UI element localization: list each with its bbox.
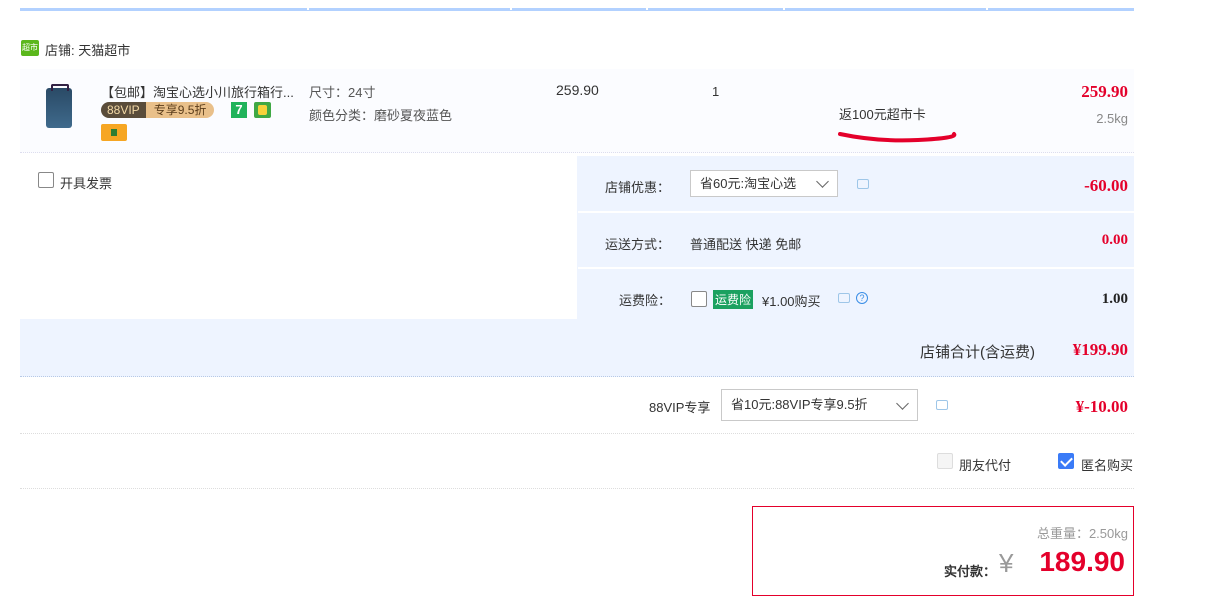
insurance-tag: 运费险: [713, 290, 754, 309]
section-divider: [20, 433, 1134, 434]
product-title-link[interactable]: 【包邮】淘宝心选小川旅行箱行...: [101, 82, 306, 101]
quantity: 1: [712, 84, 720, 99]
currency-symbol: ¥: [999, 548, 1014, 578]
friend-pay-label: 朋友代付: [959, 458, 1012, 473]
product-thumbnail[interactable]: [46, 84, 72, 128]
pay-label: 实付款：: [944, 564, 997, 579]
chat-icon[interactable]: [857, 179, 869, 189]
row-divider: [578, 211, 1134, 213]
seven-day-return-icon: 7: [231, 102, 247, 118]
shipping-value: 普通配送 快递 免邮: [690, 237, 802, 252]
shop-discount-select[interactable]: 省60元:淘宝心选: [690, 170, 838, 197]
insurance-price: ¥1.00购买: [762, 294, 821, 309]
section-divider: [20, 488, 1134, 489]
chat-icon[interactable]: [838, 293, 850, 303]
insurance-amount: 1.00: [1101, 291, 1128, 307]
chat-icon[interactable]: [936, 400, 948, 410]
vip-badge-discount: 专享9.5折: [145, 102, 215, 118]
shop-discount-label: 店铺优惠：: [605, 180, 671, 195]
spec-color: 颜色分类：磨砂夏夜蓝色: [309, 108, 453, 123]
anonymous-label: 匿名购买: [1081, 458, 1134, 473]
insurance-checkbox[interactable]: [691, 291, 707, 307]
shipping-label: 运送方式：: [605, 237, 671, 252]
shipping-amount: 0.00: [1101, 232, 1128, 248]
promo-text: 返100元超市卡: [839, 107, 926, 122]
invoice-label: 开具发票: [60, 176, 113, 191]
spec-size: 尺寸：24寸: [309, 85, 376, 100]
vip-discount-label: 88VIP专享: [649, 400, 711, 415]
total-weight: 总重量：2.50kg: [1036, 526, 1128, 541]
shopping-bag-icon: [254, 102, 271, 118]
chevron-down-icon: [896, 397, 909, 410]
anonymous-checkbox[interactable]: [1058, 453, 1074, 469]
shop-discount-value: 省60元:淘宝心选: [700, 176, 797, 191]
unit-price: 259.90: [556, 82, 599, 98]
pay-amount: 189.90: [1039, 546, 1125, 577]
help-icon[interactable]: ?: [856, 292, 868, 304]
tmall-supermarket-icon: 超市: [21, 40, 39, 56]
vip-discount-badge: 88VIP 专享9.5折: [101, 102, 215, 118]
vip-discount-amount: ¥-10.00: [1075, 397, 1128, 416]
shop-discount-amount: -60.00: [1084, 176, 1128, 195]
vip-discount-select[interactable]: 省10元:88VIP专享9.5折: [721, 389, 918, 421]
credit-card-icon: [101, 124, 127, 141]
insurance-label: 运费险：: [619, 293, 672, 308]
vip-discount-value: 省10元:88VIP专享9.5折: [731, 397, 868, 412]
item-subtotal: 259.90: [1081, 82, 1128, 101]
chevron-down-icon: [816, 175, 829, 188]
row-divider: [578, 267, 1134, 269]
table-header-bar: [20, 0, 1134, 11]
shop-name-link[interactable]: 店铺: 天猫超市: [45, 40, 130, 59]
shop-total-label: 店铺合计(含运费): [920, 344, 1035, 361]
item-weight: 2.5kg: [1096, 111, 1128, 126]
invoice-checkbox[interactable]: [38, 172, 54, 188]
vip-badge-label: 88VIP: [101, 102, 146, 118]
shop-total-amount: ¥199.90: [1072, 340, 1128, 359]
friend-pay-checkbox[interactable]: [937, 453, 953, 469]
red-annotation-underline: [838, 132, 957, 143]
